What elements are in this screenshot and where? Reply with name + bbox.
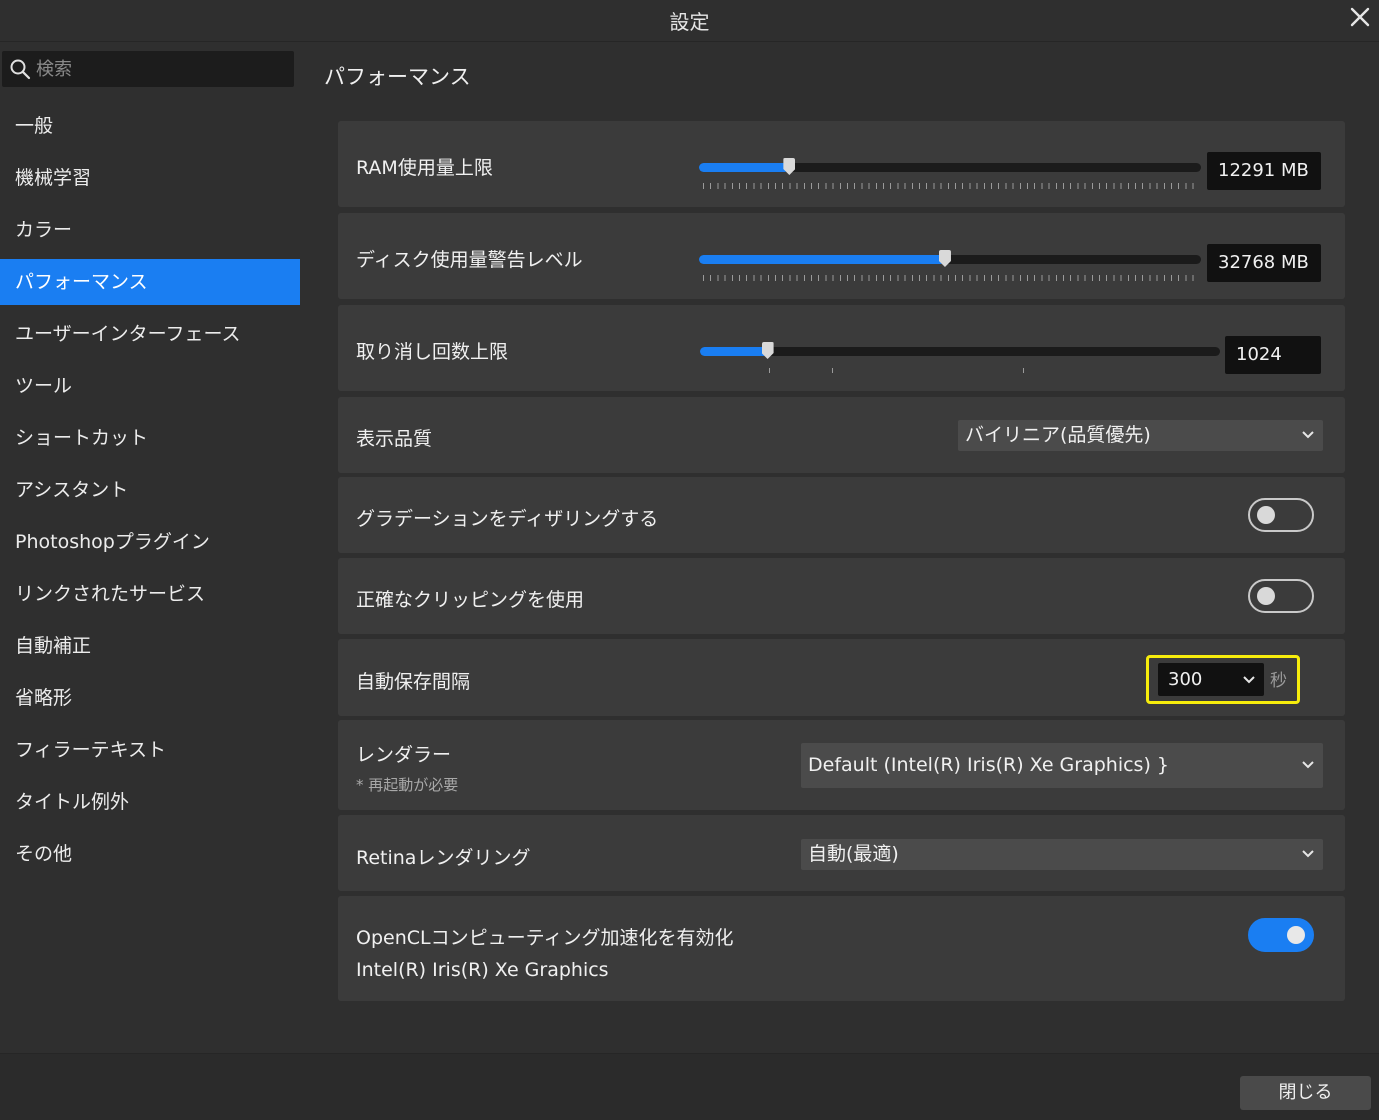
dither-gradients-label: グラデーションをディザリングする <box>356 508 659 530</box>
sidebar: 一般 機械学習 カラー パフォーマンス ユーザーインターフェース ツール ショー… <box>0 43 302 1053</box>
disk-warning-slider[interactable] <box>699 250 1201 267</box>
undo-limit-row: 取り消し回数上限 1024 <box>338 305 1345 391</box>
window-title: 設定 <box>669 10 710 34</box>
retina-rendering-row: Retinaレンダリング 自動(最適) <box>338 815 1345 891</box>
sidebar-nav: 一般 機械学習 カラー パフォーマンス ユーザーインターフェース ツール ショー… <box>0 103 302 883</box>
settings-window: 設定 一般 機械学習 カラー パフォーマンス ユーザーインターフェース ツール … <box>0 0 1379 1120</box>
undo-limit-tick <box>1023 368 1024 373</box>
sidebar-item-user-interface[interactable]: ユーザーインターフェース <box>0 311 300 357</box>
toggle-knob <box>1287 926 1305 944</box>
undo-limit-tick <box>769 368 770 373</box>
sidebar-item-other[interactable]: その他 <box>0 831 300 877</box>
close-window-button[interactable] <box>1345 2 1375 32</box>
ram-limit-ticks <box>703 183 1197 189</box>
toggle-knob <box>1257 506 1275 524</box>
autosave-interval-value: 300 <box>1168 669 1203 690</box>
display-quality-row: 表示品質 バイリニア(品質優先) <box>338 397 1345 473</box>
dither-gradients-row: グラデーションをディザリングする <box>338 477 1345 553</box>
close-button[interactable]: 閉じる <box>1240 1076 1371 1110</box>
display-quality-value: バイリニア(品質優先) <box>965 424 1151 446</box>
ram-limit-value[interactable]: 12291 MB <box>1207 152 1321 190</box>
display-quality-dropdown[interactable]: バイリニア(品質優先) <box>958 420 1323 451</box>
renderer-dropdown[interactable]: Default (Intel(R) Iris(R) Xe Graphics) } <box>801 743 1323 788</box>
sidebar-item-machine-learning[interactable]: 機械学習 <box>0 155 300 201</box>
precise-clipping-toggle[interactable] <box>1248 579 1314 613</box>
toggle-knob <box>1257 587 1275 605</box>
autosave-interval-label: 自動保存間隔 <box>356 671 471 693</box>
renderer-row: レンダラー * 再起動が必要 Default (Intel(R) Iris(R)… <box>338 720 1345 810</box>
opencl-row: OpenCLコンピューティング加速化を有効化 Intel(R) Iris(R) … <box>338 896 1345 1001</box>
disk-warning-ticks <box>703 275 1197 281</box>
chevron-down-icon <box>1302 761 1314 769</box>
chevron-down-icon <box>1302 431 1314 439</box>
sidebar-item-photoshop-plugins[interactable]: Photoshopプラグイン <box>0 519 300 565</box>
precise-clipping-row: 正確なクリッピングを使用 <box>338 558 1345 634</box>
ram-limit-slider-fill <box>699 163 790 172</box>
sidebar-item-performance[interactable]: パフォーマンス <box>0 259 300 305</box>
disk-warning-slider-fill <box>699 255 945 264</box>
autosave-interval-dropdown[interactable]: 300 <box>1158 663 1264 696</box>
search-input[interactable] <box>36 55 286 83</box>
sidebar-item-abbreviations[interactable]: 省略形 <box>0 675 300 721</box>
disk-warning-row: ディスク使用量警告レベル 32768 MB <box>338 213 1345 299</box>
ram-limit-slider[interactable] <box>699 158 1201 175</box>
undo-limit-slider-fill <box>700 347 768 356</box>
footer-bar: 閉じる <box>0 1053 1379 1120</box>
renderer-value: Default (Intel(R) Iris(R) Xe Graphics) <box>808 754 1151 776</box>
settings-content: パフォーマンス RAM使用量上限 12291 MB ディスク使用量警告レベル 3… <box>302 43 1379 1053</box>
close-icon <box>1350 7 1370 27</box>
title-bar: 設定 <box>0 0 1379 42</box>
autosave-interval-unit: 秒 <box>1270 671 1287 691</box>
chevron-down-icon <box>1302 850 1314 858</box>
disk-warning-label: ディスク使用量警告レベル <box>356 249 583 271</box>
sidebar-item-title-exceptions[interactable]: タイトル例外 <box>0 779 300 825</box>
opencl-device: Intel(R) Iris(R) Xe Graphics <box>356 959 609 981</box>
autosave-interval-highlight: 300 秒 <box>1146 655 1300 704</box>
opencl-label: OpenCLコンピューティング加速化を有効化 <box>356 927 734 949</box>
sidebar-item-filler-text[interactable]: フィラーテキスト <box>0 727 300 773</box>
disk-warning-value[interactable]: 32768 MB <box>1207 244 1321 282</box>
renderer-note: * 再起動が必要 <box>356 776 459 794</box>
retina-rendering-label: Retinaレンダリング <box>356 847 531 869</box>
search-icon <box>10 59 31 80</box>
ram-limit-label: RAM使用量上限 <box>356 157 493 179</box>
undo-limit-value[interactable]: 1024 <box>1225 336 1321 374</box>
undo-limit-tick <box>832 368 833 373</box>
renderer-label: レンダラー <box>356 744 452 766</box>
page-title: パフォーマンス <box>324 65 471 89</box>
ram-limit-slider-handle[interactable] <box>783 158 796 175</box>
ram-limit-row: RAM使用量上限 12291 MB <box>338 121 1345 207</box>
sidebar-item-assistant[interactable]: アシスタント <box>0 467 300 513</box>
undo-limit-slider-handle[interactable] <box>761 342 774 359</box>
retina-rendering-dropdown[interactable]: 自動(最適) <box>801 839 1323 870</box>
undo-limit-slider[interactable] <box>700 342 1220 359</box>
sidebar-item-general[interactable]: 一般 <box>0 103 300 149</box>
sidebar-item-auto-correct[interactable]: 自動補正 <box>0 623 300 669</box>
chevron-down-icon <box>1243 676 1255 684</box>
disk-warning-slider-handle[interactable] <box>938 250 951 267</box>
retina-rendering-value: 自動(最適) <box>808 843 899 865</box>
precise-clipping-label: 正確なクリッピングを使用 <box>356 589 585 611</box>
sidebar-item-color[interactable]: カラー <box>0 207 300 253</box>
search-box <box>2 51 294 87</box>
undo-limit-label: 取り消し回数上限 <box>356 341 509 363</box>
sidebar-item-shortcuts[interactable]: ショートカット <box>0 415 300 461</box>
sidebar-item-tools[interactable]: ツール <box>0 363 300 409</box>
opencl-toggle[interactable] <box>1248 918 1314 952</box>
display-quality-label: 表示品質 <box>356 428 433 450</box>
dither-gradients-toggle[interactable] <box>1248 498 1314 532</box>
sidebar-item-linked-services[interactable]: リンクされたサービス <box>0 571 300 617</box>
